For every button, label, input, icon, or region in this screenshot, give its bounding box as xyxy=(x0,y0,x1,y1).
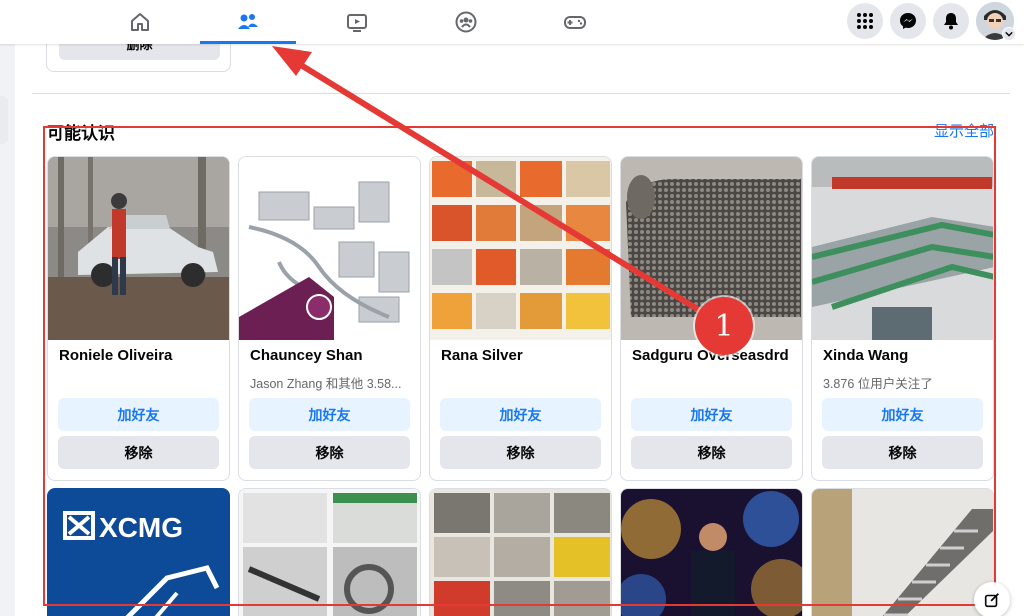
suggestion-card[interactable]: Rana Silver 加好友 移除 xyxy=(429,156,612,481)
nav-tab-watch[interactable] xyxy=(309,0,405,44)
suggestion-card[interactable]: Xinda Wang 3.876 位用户关注了 加好友 移除 xyxy=(811,156,994,481)
account-dropdown[interactable] xyxy=(1002,27,1016,41)
profile-photo[interactable] xyxy=(239,157,421,340)
groups-icon xyxy=(455,11,477,33)
nav-tab-groups[interactable] xyxy=(418,0,514,44)
remove-button[interactable]: 移除 xyxy=(440,436,601,469)
profile-photo[interactable]: XCMG xyxy=(47,488,230,616)
nav-tab-friends[interactable] xyxy=(200,0,296,44)
notifications-icon xyxy=(944,13,958,30)
watch-icon xyxy=(347,14,367,32)
compose-icon xyxy=(984,593,999,608)
home-icon xyxy=(131,13,149,31)
messenger-icon xyxy=(900,13,916,29)
suggestion-card[interactable] xyxy=(238,488,421,616)
menu-grid-icon xyxy=(857,13,873,29)
section-title: 可能认识 xyxy=(47,124,115,143)
xcmg-logo-text: XCMG xyxy=(99,512,183,543)
suggestion-name[interactable]: Chauncey Shan xyxy=(250,347,413,364)
menu-button[interactable] xyxy=(847,3,883,39)
see-all-link[interactable]: 显示全部 xyxy=(934,120,994,141)
profile-photo[interactable] xyxy=(812,489,994,616)
suggestion-name[interactable]: Roniele Oliveira xyxy=(59,347,222,364)
add-friend-button[interactable]: 加好友 xyxy=(631,398,792,431)
nav-tab-gaming[interactable] xyxy=(527,0,623,44)
add-friend-button[interactable]: 加好友 xyxy=(440,398,601,431)
remove-button[interactable]: 移除 xyxy=(631,436,792,469)
messenger-button[interactable] xyxy=(890,3,926,39)
suggestion-card[interactable]: XCMG xyxy=(47,488,230,616)
profile-photo[interactable] xyxy=(48,157,230,340)
suggestion-name[interactable]: Rana Silver xyxy=(441,347,604,364)
suggestion-name[interactable]: Xinda Wang xyxy=(823,347,986,364)
chevron-down-icon xyxy=(1005,31,1013,37)
remove-button[interactable]: 移除 xyxy=(249,436,410,469)
new-message-button[interactable] xyxy=(974,582,1010,616)
friends-icon xyxy=(238,14,258,29)
nav-tab-home[interactable] xyxy=(92,0,188,44)
suggestion-card[interactable]: Roniele Oliveira 加好友 移除 xyxy=(47,156,230,481)
suggestion-subtitle: Jason Zhang 和其他 3.58... xyxy=(250,377,402,391)
add-friend-button[interactable]: 加好友 xyxy=(822,398,983,431)
remove-button[interactable]: 移除 xyxy=(58,436,219,469)
suggestion-card[interactable] xyxy=(429,488,612,616)
suggestion-card[interactable] xyxy=(620,488,803,616)
notifications-button[interactable] xyxy=(933,3,969,39)
top-nav-bar xyxy=(0,0,1024,44)
left-sidebar-edge xyxy=(0,96,8,144)
annotation-callout: 1 xyxy=(695,297,753,355)
profile-photo[interactable] xyxy=(430,157,612,340)
profile-photo[interactable] xyxy=(621,489,803,616)
profile-photo[interactable] xyxy=(812,157,994,340)
suggestion-card[interactable] xyxy=(811,488,994,616)
suggestion-subtitle: 3.876 位用户关注了 xyxy=(823,377,933,391)
suggestion-card[interactable]: Chauncey Shan Jason Zhang 和其他 3.58... 加好… xyxy=(238,156,421,481)
profile-photo[interactable] xyxy=(430,489,612,616)
add-friend-button[interactable]: 加好友 xyxy=(249,398,410,431)
profile-photo[interactable] xyxy=(239,489,421,616)
section-divider xyxy=(32,93,1010,94)
remove-button[interactable]: 移除 xyxy=(822,436,983,469)
add-friend-button[interactable]: 加好友 xyxy=(58,398,219,431)
gaming-icon xyxy=(564,16,586,29)
